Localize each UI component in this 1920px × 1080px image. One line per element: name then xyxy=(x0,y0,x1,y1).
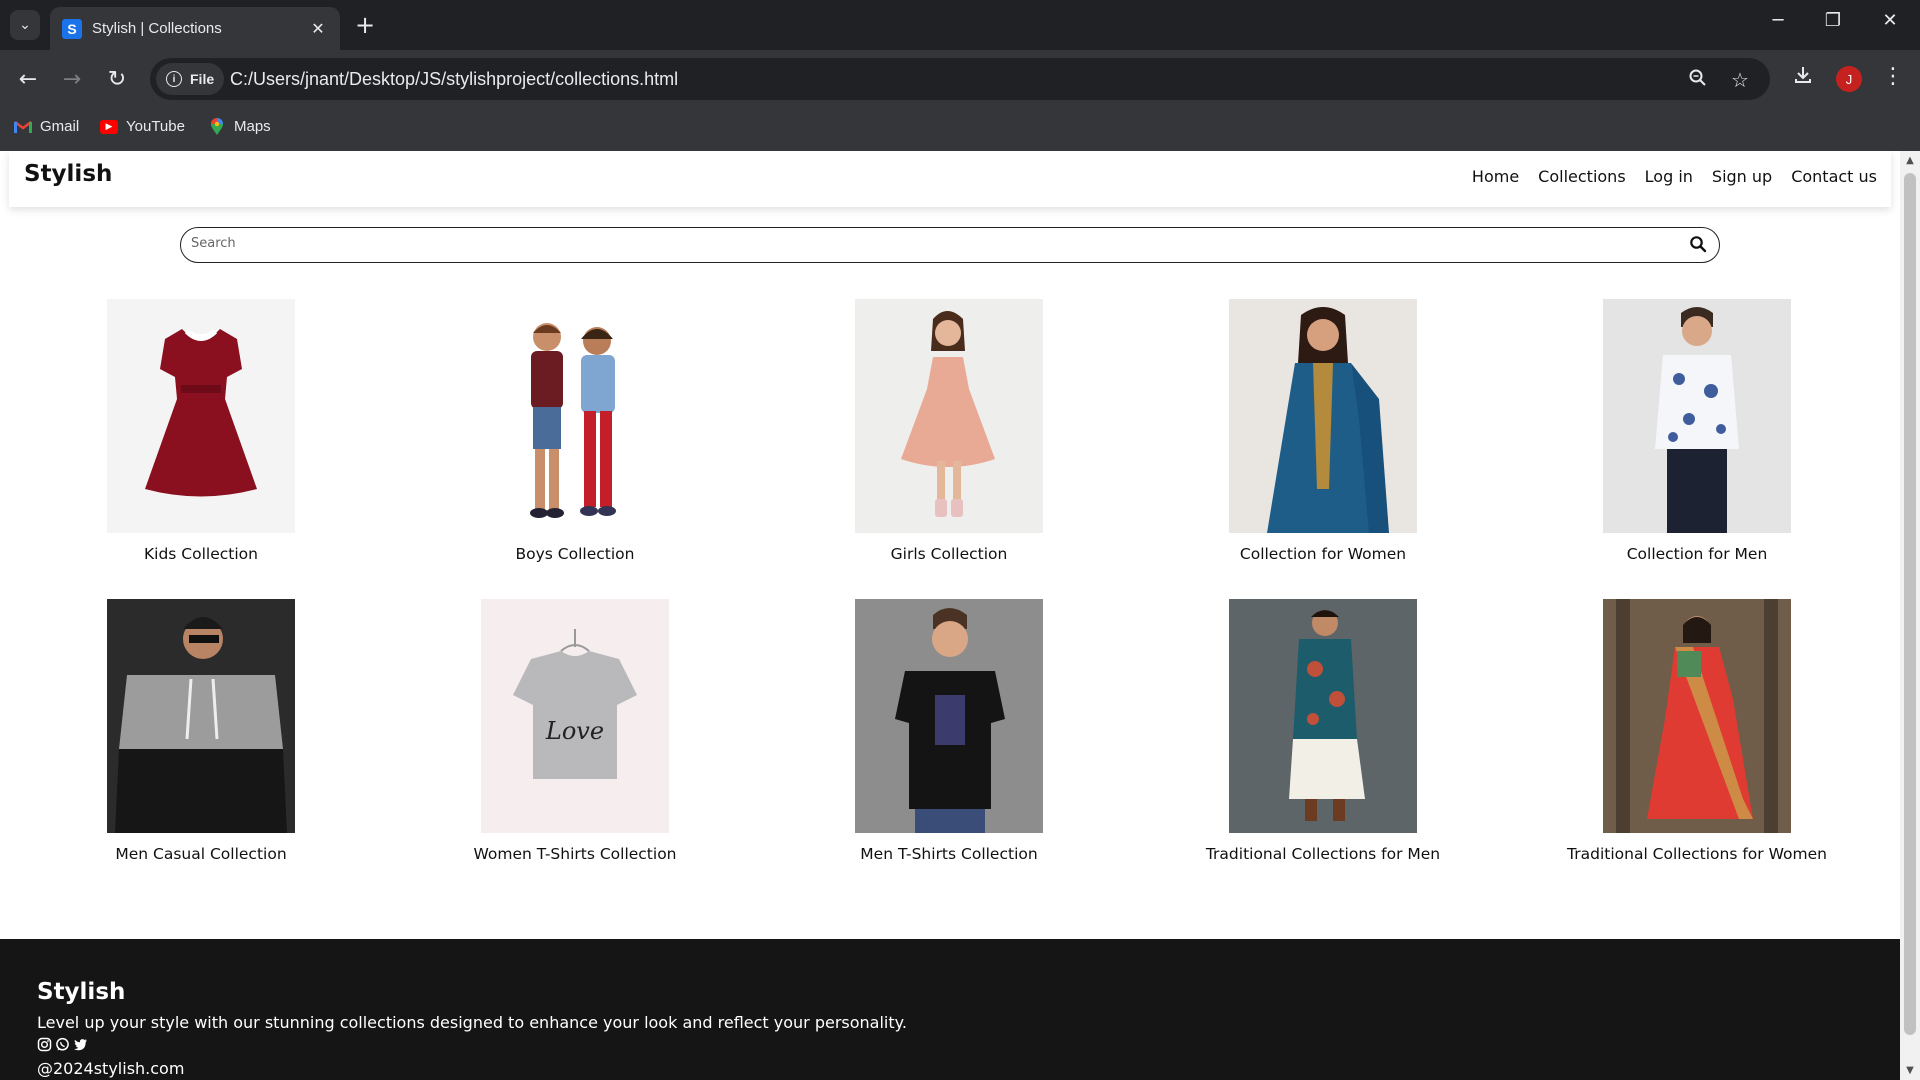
search-input[interactable] xyxy=(191,236,1671,251)
bookmark-label: YouTube xyxy=(126,118,185,135)
svg-text:Love: Love xyxy=(545,717,604,745)
collection-label[interactable]: Men T-Shirts Collection xyxy=(759,845,1139,863)
nav-link-home[interactable]: Home xyxy=(1472,167,1519,186)
url-text[interactable]: C:/Users/jnant/Desktop/JS/stylishproject… xyxy=(230,69,678,90)
reload-icon: ↻ xyxy=(107,66,127,92)
search-bar xyxy=(180,227,1720,263)
collection-image[interactable]: Love xyxy=(481,599,669,833)
back-arrow-icon: ← xyxy=(18,66,38,92)
site-info-label: File xyxy=(190,71,215,87)
back-button[interactable]: ← xyxy=(13,64,43,94)
forward-button[interactable]: → xyxy=(57,64,87,94)
footer-tagline: Level up your style with our stunning co… xyxy=(37,1013,907,1032)
reload-button[interactable]: ↻ xyxy=(102,64,132,94)
scroll-up-arrow-icon[interactable]: ▲ xyxy=(1900,155,1920,166)
bookmarks-bar: Gmail ▶ YouTube Maps xyxy=(0,108,1920,151)
collection-image[interactable] xyxy=(855,299,1043,533)
collection-image[interactable] xyxy=(1229,299,1417,533)
collection-label[interactable]: Girls Collection xyxy=(759,545,1139,563)
tab-search-button[interactable]: ⌄ xyxy=(10,10,40,40)
new-tab-button[interactable]: + xyxy=(352,12,378,38)
nav-link-collections[interactable]: Collections xyxy=(1538,167,1625,186)
tab-title: Stylish | Collections xyxy=(92,20,222,37)
restore-window-button[interactable]: ❐ xyxy=(1813,10,1853,31)
page-viewport: Stylish Home Collections Log in Sign up … xyxy=(0,151,1900,1080)
footer-copyright: @2024stylish.com xyxy=(37,1059,185,1078)
nav-links: Home Collections Log in Sign up Contact … xyxy=(1472,167,1877,186)
bookmark-gmail[interactable]: Gmail xyxy=(14,118,79,135)
site-footer: Stylish Level up your style with our stu… xyxy=(0,939,1900,1080)
bookmark-youtube[interactable]: ▶ YouTube xyxy=(100,118,185,135)
forward-arrow-icon: → xyxy=(62,66,82,92)
collection-image[interactable] xyxy=(1603,299,1791,533)
search-icon[interactable] xyxy=(1689,235,1709,255)
collection-label[interactable]: Women T-Shirts Collection xyxy=(385,845,765,863)
more-menu-icon[interactable]: ⋮ xyxy=(1878,64,1908,89)
info-icon: i xyxy=(166,71,182,87)
footer-social-links xyxy=(37,1037,88,1052)
scrollbar-thumb[interactable] xyxy=(1904,173,1916,1035)
browser-toolbar: ← → ↻ i File C:/Users/jnant/Desktop/JS/s… xyxy=(0,50,1920,108)
collection-image[interactable] xyxy=(1229,599,1417,833)
collection-image[interactable] xyxy=(107,599,295,833)
chevron-down-icon: ⌄ xyxy=(19,17,31,33)
footer-brand: Stylish xyxy=(37,979,126,1005)
gmail-icon xyxy=(14,120,32,134)
zoom-icon[interactable] xyxy=(1686,68,1710,93)
collection-image[interactable] xyxy=(1603,599,1791,833)
site-favicon-icon: S xyxy=(62,18,82,39)
address-bar[interactable]: i File C:/Users/jnant/Desktop/JS/stylish… xyxy=(150,58,1770,100)
page-scrollbar[interactable]: ▲ ▼ xyxy=(1900,151,1920,1080)
collection-label[interactable]: Boys Collection xyxy=(385,545,765,563)
collection-label[interactable]: Collection for Women xyxy=(1133,545,1513,563)
close-window-button[interactable]: ✕ xyxy=(1870,10,1910,31)
collection-label[interactable]: Traditional Collections for Men xyxy=(1133,845,1513,863)
collection-label[interactable]: Collection for Men xyxy=(1507,545,1887,563)
bookmark-label: Gmail xyxy=(40,118,80,135)
scroll-down-arrow-icon[interactable]: ▼ xyxy=(1900,1065,1920,1076)
profile-avatar[interactable]: J xyxy=(1836,66,1862,92)
collection-image[interactable] xyxy=(855,599,1043,833)
collection-image[interactable] xyxy=(481,299,669,533)
collection-label[interactable]: Men Casual Collection xyxy=(11,845,391,863)
collection-label[interactable]: Traditional Collections for Women xyxy=(1507,845,1887,863)
browser-tab-active[interactable]: S Stylish | Collections ✕ xyxy=(50,7,340,50)
nav-link-login[interactable]: Log in xyxy=(1645,167,1693,186)
instagram-icon[interactable] xyxy=(37,1037,52,1052)
collection-label[interactable]: Kids Collection xyxy=(11,545,391,563)
site-info-chip[interactable]: i File xyxy=(156,63,225,95)
close-tab-icon[interactable]: ✕ xyxy=(308,19,328,38)
site-logo[interactable]: Stylish xyxy=(24,161,112,187)
minimize-window-button[interactable]: ─ xyxy=(1758,10,1798,31)
maps-icon xyxy=(208,117,226,135)
nav-link-signup[interactable]: Sign up xyxy=(1712,167,1772,186)
whatsapp-icon[interactable] xyxy=(55,1037,70,1052)
tab-strip: ⌄ S Stylish | Collections ✕ + ─ ❐ ✕ xyxy=(0,0,1920,50)
nav-link-contact[interactable]: Contact us xyxy=(1791,167,1877,186)
site-navbar: Stylish Home Collections Log in Sign up … xyxy=(9,151,1891,207)
bookmark-maps[interactable]: Maps xyxy=(208,117,271,135)
downloads-icon[interactable] xyxy=(1788,64,1818,92)
youtube-icon: ▶ xyxy=(100,119,118,134)
bookmark-label: Maps xyxy=(234,118,271,135)
bookmark-star-icon[interactable]: ☆ xyxy=(1728,68,1752,92)
collection-image[interactable] xyxy=(107,299,295,533)
twitter-icon[interactable] xyxy=(73,1037,88,1052)
